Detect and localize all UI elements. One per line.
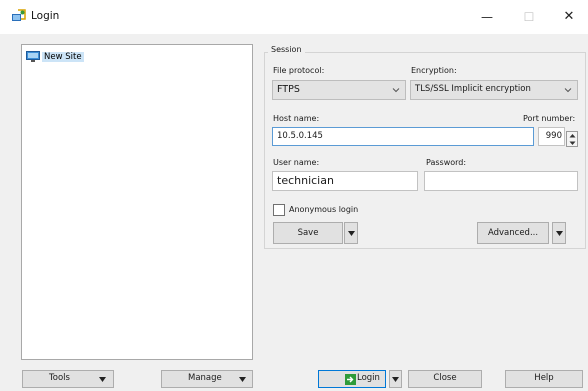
advanced-button[interactable]: Advanced...	[477, 222, 549, 244]
port-number-input[interactable]: 990	[538, 127, 565, 146]
port-number-label: Port number:	[523, 114, 576, 123]
user-name-input[interactable]: technician	[272, 171, 418, 191]
host-name-value: 10.5.0.145	[277, 131, 323, 141]
window-title: Login	[31, 10, 60, 22]
manage-button-label: Manage	[188, 373, 222, 383]
host-name-label: Host name:	[273, 114, 320, 123]
anonymous-login-checkbox[interactable]	[273, 204, 285, 216]
chevron-down-icon	[556, 231, 563, 236]
save-dropdown-button[interactable]	[344, 222, 358, 244]
login-arrow-icon	[345, 374, 356, 385]
app-login-icon	[12, 9, 26, 21]
minimize-button[interactable]: —	[470, 6, 504, 28]
chevron-down-icon	[564, 88, 572, 93]
encryption-label: Encryption:	[411, 66, 457, 75]
site-tree[interactable]: New Site	[21, 44, 253, 360]
encryption-select[interactable]: TLS/SSL Implicit encryption	[410, 80, 578, 100]
help-button-label: Help	[534, 373, 554, 383]
help-button[interactable]: Help	[505, 370, 583, 388]
chevron-down-icon	[392, 377, 399, 382]
chevron-down-icon	[392, 88, 400, 93]
login-button[interactable]: Login	[318, 370, 386, 388]
file-protocol-select[interactable]: FTPS	[272, 80, 406, 100]
title-bar: Login — ☐ ✕	[0, 0, 588, 34]
spin-down-icon	[569, 141, 576, 145]
save-button[interactable]: Save	[273, 222, 343, 244]
manage-button[interactable]: Manage	[161, 370, 253, 388]
spin-up-icon	[569, 134, 576, 138]
host-name-input[interactable]: 10.5.0.145	[272, 127, 534, 146]
site-tree-item-label: New Site	[42, 52, 84, 62]
chevron-down-icon	[348, 231, 355, 236]
tools-button[interactable]: Tools	[22, 370, 114, 388]
user-name-value: technician	[277, 174, 334, 187]
anonymous-login-label: Anonymous login	[289, 205, 359, 214]
user-name-label: User name:	[273, 158, 320, 167]
session-legend: Session	[268, 45, 305, 54]
tools-button-label: Tools	[49, 373, 70, 383]
close-window-button[interactable]: ✕	[552, 6, 586, 28]
advanced-dropdown-button[interactable]	[552, 222, 566, 244]
site-computer-icon	[26, 51, 40, 62]
chevron-down-icon	[99, 377, 106, 382]
password-input[interactable]	[424, 171, 578, 191]
password-label: Password:	[426, 158, 467, 167]
login-dropdown-button[interactable]	[389, 370, 402, 388]
file-protocol-value: FTPS	[277, 84, 300, 95]
port-spinner[interactable]	[566, 131, 578, 147]
maximize-button[interactable]: ☐	[512, 6, 546, 28]
encryption-value: TLS/SSL Implicit encryption	[415, 84, 531, 94]
file-protocol-label: File protocol:	[273, 66, 325, 75]
port-number-value: 990	[545, 131, 562, 141]
close-button[interactable]: Close	[408, 370, 482, 388]
close-button-label: Close	[433, 373, 457, 383]
chevron-down-icon	[239, 377, 246, 382]
login-button-label: Login	[357, 373, 380, 383]
